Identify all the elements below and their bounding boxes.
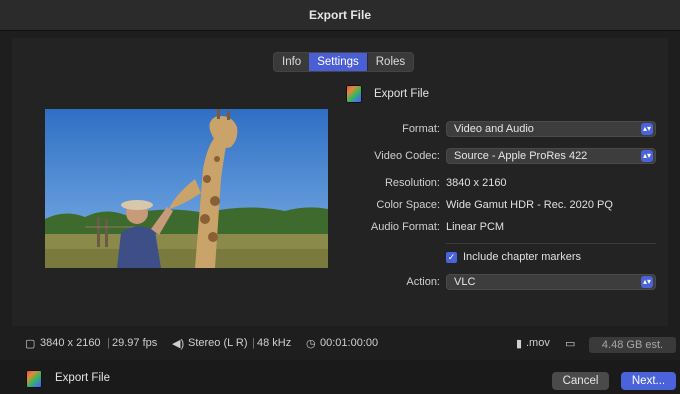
chevron-updown-icon: ▴▾: [641, 150, 653, 162]
color-space-label: Color Space:: [376, 199, 440, 211]
cancel-button[interactable]: Cancel: [552, 372, 609, 390]
action-value: VLC: [454, 276, 476, 288]
color-space-value: Wide Gamut HDR - Rec. 2020 PQ: [446, 199, 613, 211]
title-bar: Export File: [0, 0, 680, 31]
status-resolution: 3840 x 2160: [40, 337, 101, 349]
tab-bar: Info Settings Roles: [273, 52, 415, 72]
color-space-row: Color Space: Wide Gamut HDR - Rec. 2020 …: [0, 197, 680, 213]
chapter-markers-checkbox[interactable]: ✓ Include chapter markers: [446, 251, 581, 263]
action-select[interactable]: VLC ▴▾: [446, 274, 656, 290]
status-sample-rate: 48 kHz: [257, 337, 292, 349]
resolution-value: 3840 x 2160: [446, 177, 507, 189]
format-select[interactable]: Video and Audio ▴▾: [446, 121, 656, 137]
window-title: Export File: [308, 8, 371, 22]
destination-label: Export File: [374, 88, 429, 100]
speaker-icon: ◀): [172, 338, 185, 350]
audio-format-row: Audio Format: Linear PCM: [0, 219, 680, 235]
chapter-markers-label: Include chapter markers: [463, 251, 581, 263]
video-codec-value: Source - Apple ProRes 422: [454, 150, 588, 162]
settings-divider: [446, 243, 656, 244]
status-duration: 00:01:00:00: [320, 337, 379, 349]
tab-info[interactable]: Info: [274, 53, 309, 71]
display-icon: ▭: [565, 338, 576, 350]
status-bar: ▢ 3840 x 2160 | 29.97 fps ◀) Stereo (L R…: [0, 334, 680, 356]
footer-label: Export File: [55, 372, 110, 384]
chevron-updown-icon: ▴▾: [641, 276, 653, 288]
next-button[interactable]: Next...: [621, 372, 676, 390]
size-estimate-badge: 4.48 GB est.: [589, 337, 676, 353]
destination-header: Export File: [346, 85, 429, 103]
status-audio: Stereo (L R): [188, 337, 248, 349]
status-fps: 29.97 fps: [112, 337, 158, 349]
tab-roles[interactable]: Roles: [366, 53, 413, 71]
resolution-label: Resolution:: [384, 177, 440, 189]
checkmark-icon[interactable]: ✓: [446, 251, 457, 263]
clock-icon: ◷: [306, 338, 316, 350]
format-value: Video and Audio: [454, 123, 534, 135]
frame-size-icon: ▢: [25, 338, 36, 350]
status-separator: |: [252, 337, 255, 349]
video-codec-label: Video Codec:: [374, 150, 440, 162]
export-file-icon: [26, 370, 42, 388]
audio-format-label: Audio Format:: [370, 221, 440, 233]
export-file-icon: [346, 85, 362, 103]
status-extension: .mov: [526, 337, 550, 349]
status-separator: |: [107, 337, 110, 349]
chevron-updown-icon: ▴▾: [641, 123, 653, 135]
tab-settings[interactable]: Settings: [309, 53, 367, 71]
video-codec-select[interactable]: Source - Apple ProRes 422 ▴▾: [446, 148, 656, 164]
format-label: Format:: [402, 123, 440, 135]
document-icon: ▮: [516, 338, 523, 350]
audio-format-value: Linear PCM: [446, 221, 505, 233]
resolution-row: Resolution: 3840 x 2160: [0, 175, 680, 191]
action-label: Action:: [406, 276, 440, 288]
